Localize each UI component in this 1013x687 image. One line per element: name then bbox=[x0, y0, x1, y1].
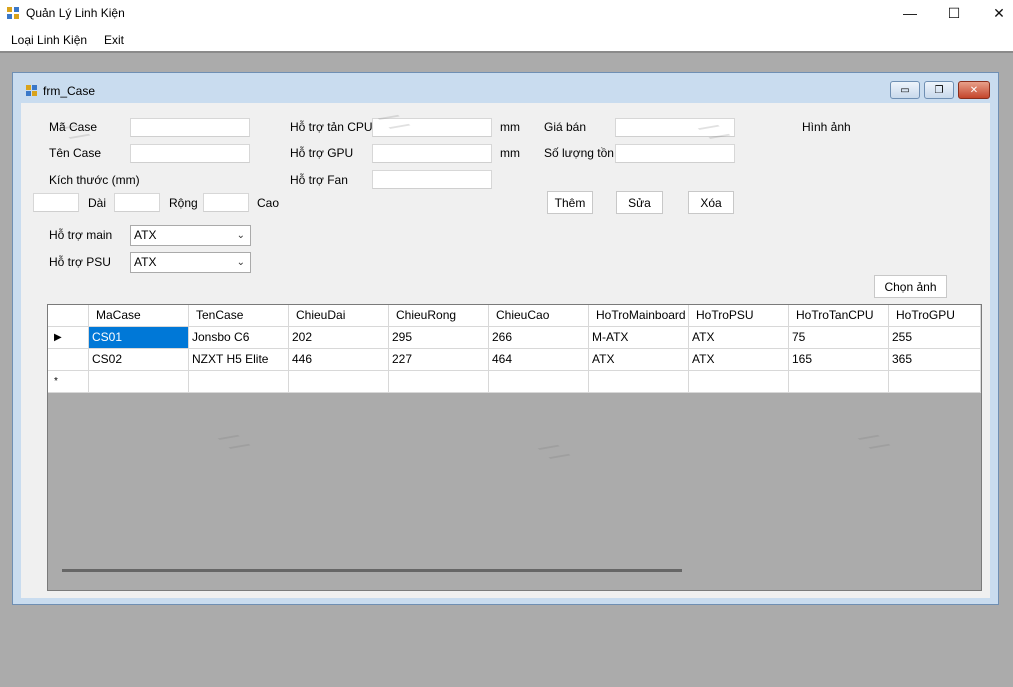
new-table-row[interactable]: * bbox=[48, 371, 981, 393]
table-cell[interactable] bbox=[289, 371, 389, 393]
column-header-chieudai[interactable]: ChieuDai bbox=[289, 305, 389, 327]
table-cell[interactable] bbox=[189, 371, 289, 393]
grid-header-row: MaCase TenCase ChieuDai ChieuRong ChieuC… bbox=[48, 305, 981, 327]
table-cell[interactable]: 464 bbox=[489, 349, 589, 371]
label-ma-case: Mã Case bbox=[49, 120, 98, 134]
label-ho-tro-main: Hỗ trợ main bbox=[49, 228, 113, 242]
label-mm-cpu: mm bbox=[500, 120, 520, 134]
table-row[interactable]: CS02 NZXT H5 Elite 446 227 464 ATX ATX 1… bbox=[48, 349, 981, 371]
xoa-button[interactable]: Xóa bbox=[688, 191, 734, 214]
row-header-corner bbox=[48, 305, 89, 327]
table-cell[interactable]: 446 bbox=[289, 349, 389, 371]
case-data-grid[interactable]: MaCase TenCase ChieuDai ChieuRong ChieuC… bbox=[47, 304, 982, 591]
label-ten-case: Tên Case bbox=[49, 146, 102, 160]
menu-exit[interactable]: Exit bbox=[104, 33, 124, 47]
table-cell[interactable]: 75 bbox=[789, 327, 889, 349]
label-dai: Dài bbox=[88, 196, 107, 210]
chevron-down-icon: ⌄ bbox=[236, 257, 245, 268]
label-hinh-anh: Hình ảnh bbox=[802, 120, 851, 134]
form-restore-button[interactable]: ❐ bbox=[924, 81, 954, 99]
chon-anh-button[interactable]: Chọn ảnh bbox=[874, 275, 947, 298]
menu-bar: Loại Linh Kiện Exit bbox=[0, 26, 1013, 53]
table-cell[interactable]: CS02 bbox=[89, 349, 189, 371]
maximize-button[interactable]: ☐ bbox=[931, 0, 977, 26]
table-cell[interactable]: 255 bbox=[889, 327, 981, 349]
label-ho-tro-tan-cpu: Hỗ trợ tản CPU bbox=[290, 120, 373, 134]
label-ho-tro-gpu: Hỗ trợ GPU bbox=[290, 146, 354, 160]
table-cell[interactable] bbox=[789, 371, 889, 393]
label-ho-tro-fan: Hỗ trợ Fan bbox=[290, 173, 348, 187]
ma-case-input[interactable] bbox=[130, 118, 250, 137]
table-cell[interactable]: M-ATX bbox=[589, 327, 689, 349]
label-rong: Rộng bbox=[169, 196, 198, 210]
cao-input[interactable] bbox=[203, 193, 249, 212]
child-form-case: frm_Case ▭ ❐ ✕ Mã Case Tên Case Kích thư… bbox=[12, 72, 999, 605]
table-cell[interactable]: ATX bbox=[689, 327, 789, 349]
form-client-area: Mã Case Tên Case Kích thước (mm) Dài Rộn… bbox=[21, 103, 990, 598]
form-title: frm_Case bbox=[43, 84, 96, 98]
ho-tro-psu-value: ATX bbox=[134, 255, 157, 269]
table-cell[interactable]: 266 bbox=[489, 327, 589, 349]
table-cell[interactable] bbox=[589, 371, 689, 393]
label-so-luong-ton: Số lượng tồn bbox=[544, 146, 614, 160]
gia-ban-input[interactable] bbox=[615, 118, 735, 137]
table-cell[interactable] bbox=[89, 371, 189, 393]
label-cao: Cao bbox=[257, 196, 280, 210]
app-icon bbox=[7, 7, 19, 19]
table-cell[interactable]: 295 bbox=[389, 327, 489, 349]
ho-tro-fan-input[interactable] bbox=[372, 170, 492, 189]
ho-tro-psu-select[interactable]: ATX ⌄ bbox=[130, 252, 251, 273]
minimize-button[interactable]: — bbox=[887, 0, 933, 26]
column-header-chieucao[interactable]: ChieuCao bbox=[489, 305, 589, 327]
column-header-hotrotancpu[interactable]: HoTroTanCPU bbox=[789, 305, 889, 327]
table-cell[interactable]: 365 bbox=[889, 349, 981, 371]
so-luong-ton-input[interactable] bbox=[615, 144, 735, 163]
column-header-chieurong[interactable]: ChieuRong bbox=[389, 305, 489, 327]
rong-input[interactable] bbox=[114, 193, 160, 212]
table-cell[interactable] bbox=[489, 371, 589, 393]
label-ho-tro-psu: Hỗ trợ PSU bbox=[49, 255, 111, 269]
them-button[interactable]: Thêm bbox=[547, 191, 593, 214]
column-header-hotrogpu[interactable]: HoTroGPU bbox=[889, 305, 981, 327]
table-cell[interactable] bbox=[689, 371, 789, 393]
app-title: Quản Lý Linh Kiện bbox=[26, 6, 125, 20]
new-row-indicator-icon[interactable]: * bbox=[48, 371, 89, 393]
table-cell[interactable]: 202 bbox=[289, 327, 389, 349]
table-cell[interactable]: 165 bbox=[789, 349, 889, 371]
dai-input[interactable] bbox=[33, 193, 79, 212]
menu-loai-linh-kien[interactable]: Loại Linh Kiện bbox=[11, 33, 87, 47]
table-cell[interactable]: Jonsbo C6 bbox=[189, 327, 289, 349]
column-header-tencase[interactable]: TenCase bbox=[189, 305, 289, 327]
table-cell[interactable]: CS01 bbox=[89, 327, 189, 349]
app-titlebar: Quản Lý Linh Kiện — ☐ ✕ bbox=[0, 0, 1013, 26]
ho-tro-main-select[interactable]: ATX ⌄ bbox=[130, 225, 251, 246]
table-cell[interactable]: NZXT H5 Elite bbox=[189, 349, 289, 371]
form-close-button[interactable]: ✕ bbox=[958, 81, 990, 99]
form-minimize-button[interactable]: ▭ bbox=[890, 81, 920, 99]
horizontal-scrollbar[interactable] bbox=[62, 569, 682, 572]
label-gia-ban: Giá bán bbox=[544, 120, 587, 134]
sua-button[interactable]: Sửa bbox=[616, 191, 663, 214]
table-cell[interactable]: ATX bbox=[689, 349, 789, 371]
ten-case-input[interactable] bbox=[130, 144, 250, 163]
form-icon bbox=[26, 85, 37, 96]
ho-tro-gpu-input[interactable] bbox=[372, 144, 492, 163]
column-header-hotromainboard[interactable]: HoTroMainboard bbox=[589, 305, 689, 327]
label-mm-gpu: mm bbox=[500, 146, 520, 160]
column-header-hotropsu[interactable]: HoTroPSU bbox=[689, 305, 789, 327]
table-cell[interactable] bbox=[889, 371, 981, 393]
column-header-macase[interactable]: MaCase bbox=[89, 305, 189, 327]
table-cell[interactable]: 227 bbox=[389, 349, 489, 371]
current-row-indicator-icon[interactable]: ▶ bbox=[48, 327, 89, 349]
row-header[interactable] bbox=[48, 349, 89, 371]
label-kich-thuoc: Kích thước (mm) bbox=[49, 173, 140, 187]
chevron-down-icon: ⌄ bbox=[236, 230, 245, 241]
table-cell[interactable] bbox=[389, 371, 489, 393]
ho-tro-main-value: ATX bbox=[134, 228, 157, 242]
ho-tro-tan-cpu-input[interactable] bbox=[372, 118, 492, 137]
table-row[interactable]: ▶ CS01 Jonsbo C6 202 295 266 M-ATX ATX 7… bbox=[48, 327, 981, 349]
table-cell[interactable]: ATX bbox=[589, 349, 689, 371]
close-button[interactable]: ✕ bbox=[976, 0, 1013, 26]
